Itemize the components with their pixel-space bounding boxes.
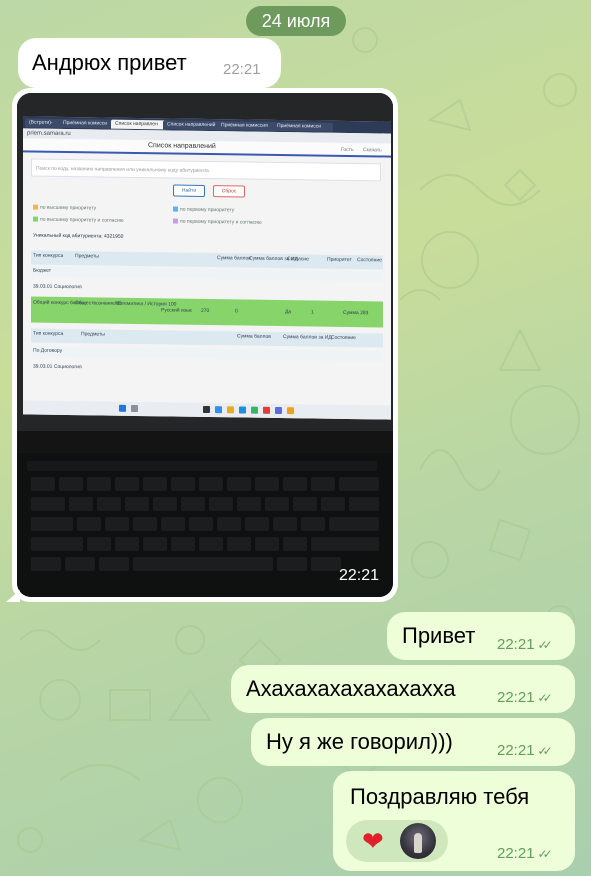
- message-incoming[interactable]: Андрюх привет 22:21: [18, 38, 281, 88]
- message-text: Поздравляю тебя: [350, 784, 530, 809]
- message-text: Андрюх привет: [32, 50, 187, 75]
- date-pill: 24 июля: [246, 6, 346, 36]
- heart-icon: ❤: [362, 826, 384, 856]
- read-checkmarks-icon: ✓✓: [537, 847, 553, 861]
- photo-keyboard: [17, 453, 393, 597]
- message-time: 22:21: [223, 61, 261, 78]
- photo-taskbar: [23, 400, 391, 420]
- bubble-tail: [6, 590, 20, 602]
- read-checkmarks-icon: ✓✓: [537, 638, 553, 652]
- message-outgoing[interactable]: Ну я же говорил))) 22:21 ✓✓: [251, 718, 575, 766]
- read-checkmarks-icon: ✓✓: [537, 744, 553, 758]
- message-text: Привет: [402, 623, 476, 648]
- message-outgoing[interactable]: Ахахахахахахахахха 22:21 ✓✓: [231, 665, 575, 713]
- message-text: Ну я же говорил))): [266, 729, 453, 754]
- message-time: 22:21 ✓✓: [497, 636, 553, 653]
- photo-laptop-screen: (Встрети)- Приёмная комисси Список напра…: [23, 116, 391, 420]
- message-time: 22:21 ✓✓: [497, 689, 553, 706]
- message-outgoing[interactable]: Привет 22:21 ✓✓: [387, 612, 575, 660]
- reaction-avatar[interactable]: [400, 823, 436, 859]
- message-text: Ахахахахахахахахха: [246, 676, 456, 701]
- message-time: 22:21 ✓✓: [497, 742, 553, 759]
- read-checkmarks-icon: ✓✓: [537, 691, 553, 705]
- message-reaction[interactable]: ❤: [346, 820, 448, 862]
- message-time: 22:21: [338, 567, 379, 584]
- message-time: 22:21 ✓✓: [497, 845, 553, 862]
- message-photo[interactable]: (Встрети)- Приёмная комисси Список напра…: [12, 88, 398, 602]
- photo-image[interactable]: (Встрети)- Приёмная комисси Список напра…: [17, 93, 393, 597]
